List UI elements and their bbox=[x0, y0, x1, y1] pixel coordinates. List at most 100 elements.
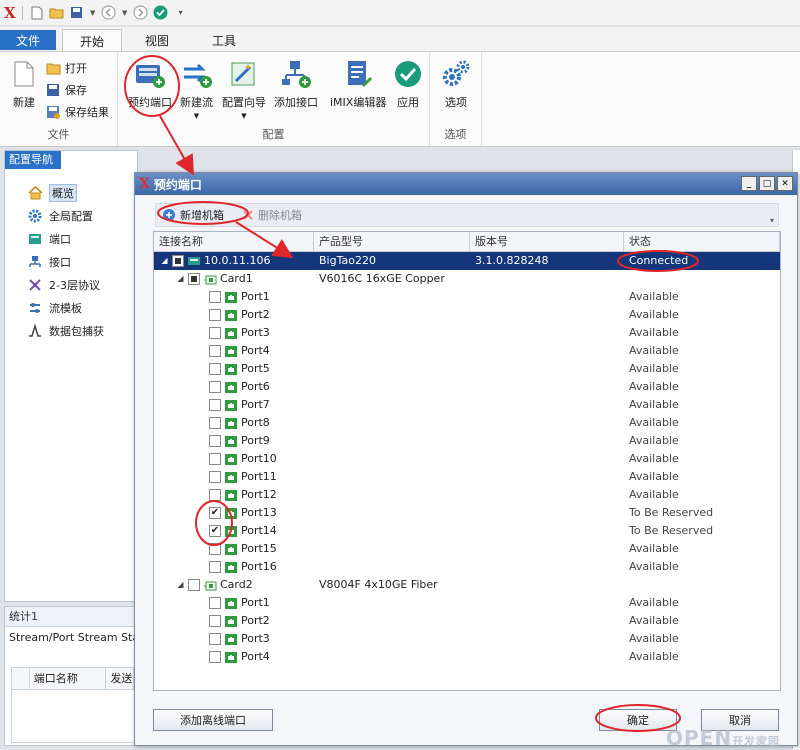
nav-item-protocol[interactable]: 2-3层协议 bbox=[5, 273, 137, 296]
maximize-button[interactable]: □ bbox=[759, 176, 775, 191]
column-header-version[interactable]: 版本号 bbox=[470, 232, 624, 251]
nav-item-port[interactable]: 端口 bbox=[5, 227, 137, 250]
port-checkbox[interactable] bbox=[209, 435, 221, 447]
save-icon[interactable] bbox=[69, 5, 85, 21]
add-offline-port-button[interactable]: 添加离线端口 bbox=[153, 709, 273, 731]
close-button[interactable]: ✕ bbox=[777, 176, 793, 191]
port-row[interactable]: ✔ Port13 To Be Reserved bbox=[154, 504, 780, 522]
port-row[interactable]: Port9 Available bbox=[154, 432, 780, 450]
delete-chassis-button[interactable]: 删除机箱 bbox=[242, 207, 302, 223]
new-file-icon[interactable] bbox=[29, 5, 45, 21]
port-row[interactable]: Port2 Available bbox=[154, 612, 780, 630]
tab-tools[interactable]: 工具 bbox=[196, 29, 252, 51]
port-row[interactable]: Port16 Available bbox=[154, 558, 780, 576]
port-row[interactable]: Port10 Available bbox=[154, 450, 780, 468]
nav-item-global-config[interactable]: 全局配置 bbox=[5, 204, 137, 227]
port-checkbox[interactable] bbox=[209, 381, 221, 393]
save-button[interactable]: 保存 bbox=[46, 82, 87, 98]
add-interface-button[interactable]: 添加接口 bbox=[274, 58, 318, 110]
new-stream-button[interactable]: 新建流 ▼ bbox=[180, 58, 213, 120]
config-wizard-button[interactable]: 配置向导 ▼ bbox=[222, 58, 266, 120]
card-checkbox[interactable] bbox=[188, 579, 200, 591]
collapse-icon[interactable]: ◢ bbox=[176, 576, 185, 594]
port-checkbox[interactable] bbox=[209, 489, 221, 501]
card-row[interactable]: ◢ Card2 V8004F 4x10GE Fiber bbox=[154, 576, 780, 594]
port-status: Available bbox=[629, 614, 679, 627]
card-row[interactable]: ◢ Card1 V6016C 16xGE Copper bbox=[154, 270, 780, 288]
nav-item-packet-capture[interactable]: 数据包捕获 bbox=[5, 319, 137, 342]
port-checkbox[interactable] bbox=[209, 597, 221, 609]
stats-tab[interactable]: 统计1 bbox=[5, 607, 137, 627]
port-row[interactable]: Port1 Available bbox=[154, 594, 780, 612]
port-row[interactable]: Port4 Available bbox=[154, 342, 780, 360]
stats-subtitle[interactable]: Stream/Port Stream Stat bbox=[5, 627, 137, 649]
column-header-status[interactable]: 状态 bbox=[624, 232, 780, 251]
toolbar-overflow-icon[interactable]: ▾ bbox=[770, 216, 774, 225]
port-checkbox[interactable] bbox=[209, 363, 221, 375]
apply-button[interactable]: 应用 bbox=[392, 58, 424, 110]
back-icon[interactable] bbox=[101, 5, 117, 21]
nav-item-interface[interactable]: 接口 bbox=[5, 250, 137, 273]
port-row[interactable]: Port2 Available bbox=[154, 306, 780, 324]
open-folder-icon[interactable] bbox=[49, 5, 65, 21]
port-row[interactable]: Port7 Available bbox=[154, 396, 780, 414]
port-checkbox[interactable]: ✔ bbox=[209, 525, 221, 537]
collapse-icon[interactable]: ◢ bbox=[176, 270, 185, 288]
port-row[interactable]: Port3 Available bbox=[154, 324, 780, 342]
chassis-row[interactable]: ◢ 10.0.11.106 BigTao220 3.1.0.828248 Connect… bbox=[154, 252, 780, 270]
port-row[interactable]: Port3 Available bbox=[154, 630, 780, 648]
options-button[interactable]: 选项 bbox=[440, 58, 472, 110]
apply-check-icon[interactable] bbox=[153, 5, 169, 21]
port-checkbox[interactable] bbox=[209, 417, 221, 429]
back-dropdown-icon[interactable]: ▼ bbox=[121, 5, 129, 21]
port-row[interactable]: Port8 Available bbox=[154, 414, 780, 432]
tab-view[interactable]: 视图 bbox=[132, 29, 182, 51]
port-row[interactable]: Port15 Available bbox=[154, 540, 780, 558]
card-checkbox[interactable] bbox=[188, 273, 200, 285]
port-row[interactable]: Port6 Available bbox=[154, 378, 780, 396]
port-checkbox[interactable]: ✔ bbox=[209, 507, 221, 519]
port-checkbox[interactable] bbox=[209, 651, 221, 663]
port-checkbox[interactable] bbox=[209, 615, 221, 627]
port-checkbox[interactable] bbox=[209, 309, 221, 321]
nav-item-stream-template[interactable]: 流模板 bbox=[5, 296, 137, 319]
port-row[interactable]: Port11 Available bbox=[154, 468, 780, 486]
save-result-button[interactable]: 保存结果 bbox=[46, 104, 109, 120]
new-button[interactable]: 新建 bbox=[8, 58, 40, 110]
collapse-icon[interactable]: ◢ bbox=[160, 252, 169, 270]
column-header[interactable]: 端口名称 bbox=[30, 668, 107, 689]
port-checkbox[interactable] bbox=[209, 543, 221, 555]
port-row[interactable]: ✔ Port14 To Be Reserved bbox=[154, 522, 780, 540]
tab-home[interactable]: 开始 bbox=[62, 29, 122, 52]
port-checkbox[interactable] bbox=[209, 471, 221, 483]
chassis-checkbox[interactable] bbox=[172, 255, 184, 267]
add-chassis-button[interactable]: 新增机箱 bbox=[162, 207, 224, 223]
port-checkbox[interactable] bbox=[209, 561, 221, 573]
port-row[interactable]: Port5 Available bbox=[154, 360, 780, 378]
port-checkbox[interactable] bbox=[209, 399, 221, 411]
port-checkbox[interactable] bbox=[209, 291, 221, 303]
tab-file[interactable]: 文件 bbox=[0, 30, 56, 50]
imix-editor-button[interactable]: iMIX编辑器 bbox=[330, 58, 386, 110]
open-button[interactable]: 打开 bbox=[46, 60, 87, 76]
nav-panel-title[interactable]: 配置导航 bbox=[5, 151, 61, 169]
customize-toolbar-icon[interactable]: ▾ bbox=[173, 5, 189, 21]
port-checkbox[interactable] bbox=[209, 345, 221, 357]
column-header[interactable]: 发送 bbox=[106, 668, 134, 689]
column-header-model[interactable]: 产品型号 bbox=[314, 232, 470, 251]
dropdown-icon[interactable]: ▼ bbox=[89, 5, 97, 21]
port-row[interactable]: Port12 Available bbox=[154, 486, 780, 504]
column-header-connection[interactable]: 连接名称 bbox=[154, 232, 314, 251]
port-row[interactable]: Port4 Available bbox=[154, 648, 780, 666]
forward-icon[interactable] bbox=[133, 5, 149, 21]
minimize-button[interactable]: _ bbox=[741, 176, 757, 191]
dialog-title-bar[interactable]: X 预约端口 _ □ ✕ bbox=[135, 173, 797, 195]
config-wizard-dropdown-icon[interactable]: ▼ bbox=[241, 112, 246, 120]
port-checkbox[interactable] bbox=[209, 633, 221, 645]
nav-item-overview[interactable]: 概览 bbox=[5, 181, 137, 204]
reserve-port-button[interactable]: 预约端口 bbox=[128, 58, 172, 110]
port-checkbox[interactable] bbox=[209, 327, 221, 339]
port-row[interactable]: Port1 Available bbox=[154, 288, 780, 306]
port-checkbox[interactable] bbox=[209, 453, 221, 465]
new-stream-dropdown-icon[interactable]: ▼ bbox=[194, 112, 199, 120]
